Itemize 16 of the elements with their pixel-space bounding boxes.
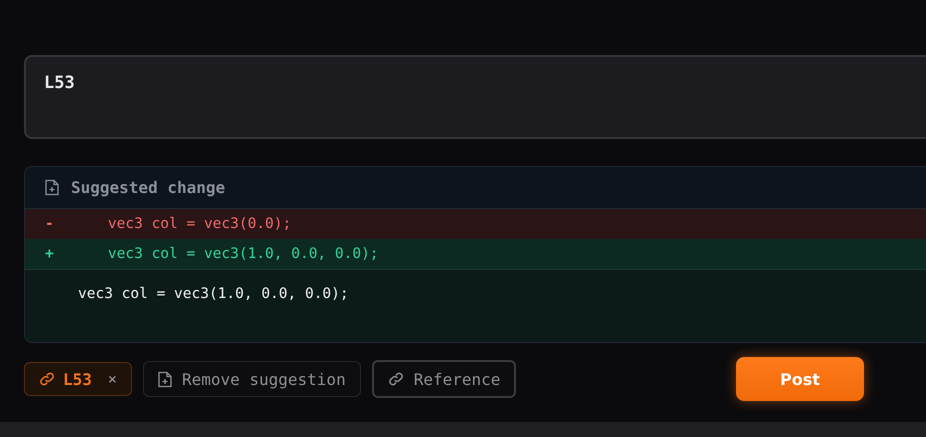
reference-button[interactable]: Reference	[372, 360, 516, 398]
code-line: vec3 col = vec3(0.0);	[106, 216, 292, 232]
suggestion-button[interactable]: Remove suggestion	[142, 361, 361, 397]
suggestion-title: Suggested change	[71, 178, 226, 197]
link-icon	[39, 371, 55, 387]
code-preview: vec3 col = vec3(1.0, 0.0, 0.0);	[78, 286, 349, 302]
link-icon	[388, 371, 404, 387]
code-line: vec3 col = vec3(1.0, 0.0, 0.0);	[106, 246, 379, 262]
diff-sign: -	[45, 216, 55, 232]
file-plus-icon	[158, 370, 172, 388]
diff-sign: +	[45, 246, 55, 262]
remove-button[interactable]: ×	[108, 370, 117, 388]
comment-field[interactable]: L53	[24, 55, 926, 139]
file-plus-icon	[45, 179, 59, 196]
chip-label: L53	[63, 370, 92, 388]
comment-text: L53	[44, 73, 75, 93]
